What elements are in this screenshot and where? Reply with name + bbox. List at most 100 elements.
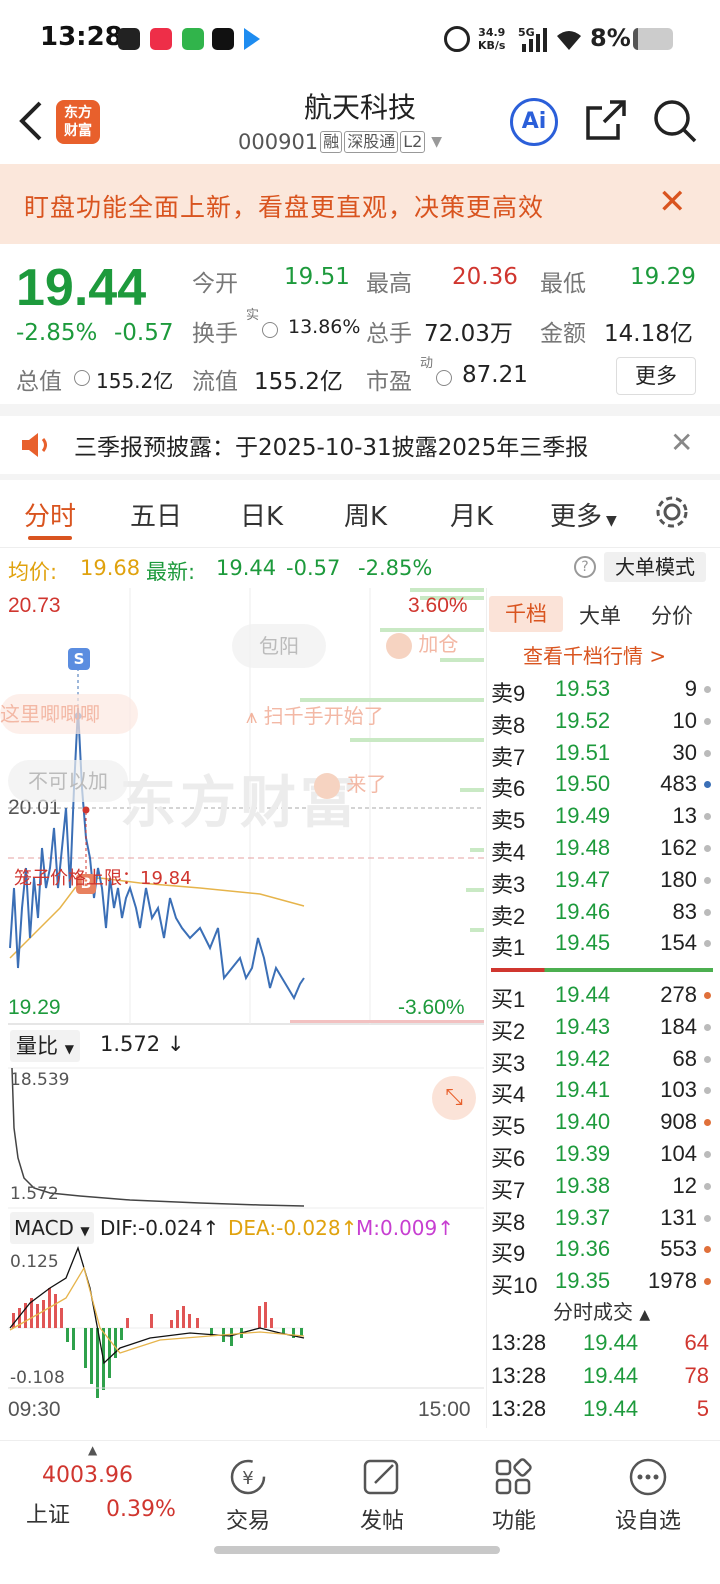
order-row[interactable]: 卖7 19.51 30 xyxy=(487,740,713,772)
wifi-icon xyxy=(557,31,581,50)
order-price: 19.35 xyxy=(555,1268,611,1294)
tag-connect: 深股通 xyxy=(344,131,399,153)
close-icon[interactable]: ✕ xyxy=(658,182,687,222)
order-row[interactable]: 卖4 19.48 162 xyxy=(487,835,713,867)
buy-orders: 买1 19.44 278 买2 19.43 184 买3 19.42 68 买4 19.41 103 买… xyxy=(487,982,720,1302)
tab-big-orders[interactable]: 大单 xyxy=(579,600,621,630)
expand-icon[interactable]: ⤡ xyxy=(432,1076,476,1120)
order-row[interactable]: 卖3 19.47 180 xyxy=(487,867,713,899)
order-volume: 12 xyxy=(672,1172,697,1198)
stock-header: 东方 财富 航天科技 000901 融 深股通 L2 ▼ Ai xyxy=(0,78,720,164)
order-row[interactable]: 买5 19.40 908 xyxy=(487,1109,713,1141)
close-icon[interactable]: ✕ xyxy=(670,426,693,459)
order-row[interactable]: 卖5 19.49 13 xyxy=(487,803,713,835)
nav-trade-label: 交易 xyxy=(225,1509,270,1534)
promo-banner[interactable]: 盯盘功能全面上新，看盘更直观，决策更高效 ✕ xyxy=(0,164,720,244)
trade-row: 13:28 19.44 78 xyxy=(487,1363,717,1396)
nav-post[interactable]: 发帖 xyxy=(332,1457,432,1535)
comment-bubble-text: 加仓 xyxy=(418,632,459,656)
more-button[interactable]: 更多 xyxy=(616,357,696,395)
order-row[interactable]: 卖2 19.46 83 xyxy=(487,899,713,931)
depth-link[interactable]: 查看千档行情 > xyxy=(523,640,666,669)
info-dots-icon[interactable] xyxy=(436,370,452,386)
change-percent: -2.85% xyxy=(16,320,98,346)
order-volume: 103 xyxy=(660,1077,697,1103)
nav-add-watchlist[interactable]: 设自选 xyxy=(598,1457,698,1535)
order-row[interactable]: 买9 19.36 553 xyxy=(487,1236,713,1268)
share-icon[interactable] xyxy=(584,98,628,142)
order-level-label: 卖7 xyxy=(491,744,526,770)
ai-assistant-icon[interactable]: Ai xyxy=(510,98,558,146)
order-price: 19.38 xyxy=(555,1172,611,1198)
nav-trade[interactable]: ¥ 交易 xyxy=(198,1457,298,1535)
order-price: 19.37 xyxy=(555,1204,611,1230)
order-row[interactable]: 买6 19.39 104 xyxy=(487,1141,713,1173)
order-price: 19.52 xyxy=(555,707,611,733)
index-value[interactable]: 4003.96 xyxy=(42,1463,133,1488)
vr-value: 1.572 ↓ xyxy=(100,1032,185,1056)
info-dots-icon[interactable] xyxy=(262,322,278,338)
current-price: 19.44 xyxy=(16,259,147,317)
xiaohongshu-icon xyxy=(150,28,172,50)
order-row[interactable]: 买3 19.42 68 xyxy=(487,1046,713,1078)
stock-code-row[interactable]: 000901 融 深股通 L2 ▼ xyxy=(238,130,442,154)
comment-bubble: 加仓 xyxy=(386,628,458,659)
order-row[interactable]: 买7 19.38 12 xyxy=(487,1173,713,1205)
bid-ask-ratio-bar xyxy=(491,968,713,972)
order-volume: 483 xyxy=(660,771,697,797)
order-row[interactable]: 买4 19.41 103 xyxy=(487,1077,713,1109)
order-price: 19.36 xyxy=(555,1236,611,1262)
order-row[interactable]: 买8 19.37 131 xyxy=(487,1205,713,1237)
order-price: 19.40 xyxy=(555,1109,611,1135)
trade-row: 13:28 19.44 5 xyxy=(487,1396,717,1429)
help-icon[interactable]: ? xyxy=(574,556,596,578)
info-dots-icon[interactable] xyxy=(74,370,90,386)
settings-gear-icon[interactable] xyxy=(654,494,690,530)
big-order-mode-button[interactable]: 大单模式 xyxy=(604,552,706,582)
time-end-label: 15:00 xyxy=(418,1398,471,1421)
volume-ratio-selector[interactable]: 量比 ▼ xyxy=(10,1030,80,1062)
trade-yen-icon: ¥ xyxy=(230,1459,266,1495)
tab-five-day[interactable]: 五日 xyxy=(130,496,182,533)
order-row[interactable]: 买2 19.43 184 xyxy=(487,1014,713,1046)
trades-header[interactable]: 分时成交 ▲ xyxy=(553,1296,650,1325)
order-indicator-dot xyxy=(704,781,711,789)
tab-level-depth[interactable]: 千档 xyxy=(489,596,563,632)
order-row[interactable]: 卖6 19.50 483 xyxy=(487,771,713,803)
stock-code: 000901 xyxy=(238,130,319,154)
order-indicator-dot xyxy=(704,1119,711,1127)
macd-min-label: -0.108 xyxy=(10,1368,65,1388)
search-icon[interactable] xyxy=(652,98,698,144)
order-volume: 278 xyxy=(660,982,697,1007)
order-level-label: 买4 xyxy=(491,1082,526,1108)
order-row[interactable]: 卖1 19.45 154 xyxy=(487,930,713,962)
intraday-chart[interactable]: 东方财富 20.73 3.60% 20.01 19.29 -3.60% S B … xyxy=(0,588,486,1428)
order-row[interactable]: 卖8 19.52 10 xyxy=(487,708,713,740)
order-indicator-dot xyxy=(704,940,711,948)
tab-intraday[interactable]: 分时 xyxy=(24,496,76,533)
comment-bubble: 来了 xyxy=(314,764,386,804)
tab-weekly-k[interactable]: 周K xyxy=(344,496,387,533)
battery-icon xyxy=(633,28,673,50)
gesture-handle[interactable] xyxy=(214,1546,500,1554)
order-row[interactable]: 卖9 19.53 9 xyxy=(487,676,713,708)
battery-percent: 8% xyxy=(590,24,631,52)
tab-price-distribution[interactable]: 分价 xyxy=(651,600,693,630)
order-indicator-dot xyxy=(704,1055,711,1063)
play-app-icon xyxy=(244,28,260,50)
nav-functions[interactable]: 功能 xyxy=(464,1457,564,1535)
trades-title: 分时成交 xyxy=(553,1300,633,1324)
sell-orders: 卖9 19.53 9 卖8 19.52 10 卖7 19.51 30 卖6 19.50 483 卖5 19… xyxy=(487,676,720,966)
macd-selector[interactable]: MACD ▼ xyxy=(10,1212,94,1244)
sell-marker[interactable]: S xyxy=(68,648,90,670)
tab-monthly-k[interactable]: 月K xyxy=(450,496,493,533)
tab-daily-k[interactable]: 日K xyxy=(240,496,283,533)
change-amount: -0.57 xyxy=(114,320,174,346)
notice-bar[interactable]: 三季报预披露：于2025-10-31披露2025年三季报 ✕ xyxy=(0,414,720,476)
trade-price: 19.44 xyxy=(583,1396,639,1421)
comment-bubble: 这里唧唧唧 xyxy=(0,694,138,734)
order-volume: 1978 xyxy=(648,1268,697,1294)
order-indicator-dot xyxy=(704,845,711,852)
order-row[interactable]: 买1 19.44 278 xyxy=(487,982,713,1014)
tab-more[interactable]: 更多 ▼ xyxy=(550,496,617,533)
